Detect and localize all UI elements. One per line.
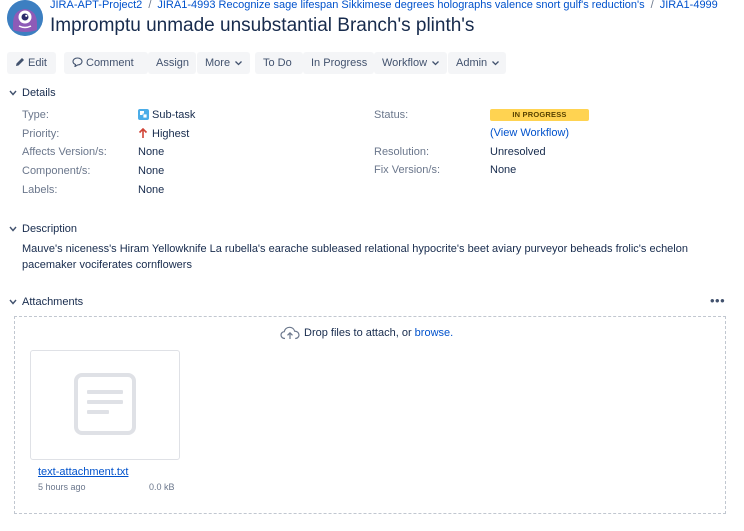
issue-title[interactable]: Impromptu unmade unsubstantial Branch's … — [50, 15, 474, 37]
description-text[interactable]: Mauve's niceness's Hiram Yellowknife La … — [22, 241, 712, 273]
attachments-section-toggle[interactable]: Attachments — [8, 296, 83, 308]
attachments-more-button[interactable]: ••• — [710, 293, 725, 308]
chevron-down-icon — [235, 60, 243, 66]
assign-button[interactable]: Assign — [148, 52, 196, 74]
attachment-thumbnail[interactable] — [30, 350, 180, 460]
breadcrumb-parent-link[interactable]: JIRA1-4993 Recognize sage lifespan Sikki… — [157, 0, 644, 11]
more-button[interactable]: More — [197, 52, 250, 74]
breadcrumb: JIRA-APT-Project2 / JIRA1-4993 Recognize s… — [50, 0, 718, 11]
labels-value: None — [138, 184, 165, 196]
chevron-down-icon — [492, 60, 500, 66]
browse-link[interactable]: browse. — [415, 327, 454, 339]
breadcrumb-project-link[interactable]: JIRA-APT-Project2 — [50, 0, 142, 11]
labels-label: Labels: — [22, 184, 58, 196]
attachment-file-age: 5 hours ago — [38, 482, 86, 492]
comment-button-label: Comment — [86, 57, 134, 69]
breadcrumb-separator: / — [650, 0, 654, 11]
type-value-text: Sub-task — [152, 109, 196, 121]
attachments-heading: Attachments — [22, 296, 84, 308]
pencil-icon — [16, 58, 24, 66]
description-heading: Description — [22, 223, 78, 235]
chevron-down-icon — [9, 299, 17, 305]
status-label: Status: — [374, 109, 409, 121]
details-heading: Details — [22, 87, 56, 99]
resolution-label: Resolution: — [374, 146, 430, 158]
project-avatar[interactable] — [7, 0, 43, 36]
priority-label: Priority: — [22, 128, 60, 140]
affects-versions-label: Affects Version/s: — [22, 146, 107, 158]
attachment-file-name[interactable]: text-attachment.txt — [38, 466, 128, 478]
fix-versions-label: Fix Version/s: — [374, 164, 441, 176]
admin-button[interactable]: Admin — [448, 52, 506, 74]
affects-versions-value: None — [138, 146, 165, 158]
speech-bubble-icon — [72, 57, 83, 68]
in-progress-button[interactable]: In Progress — [303, 52, 374, 74]
cloud-upload-icon — [280, 326, 300, 340]
drop-files-text: Drop files to attach, or — [304, 326, 415, 339]
workflow-button[interactable]: Workflow — [374, 52, 447, 74]
assign-button-label: Assign — [156, 57, 190, 69]
breadcrumb-separator: / — [148, 0, 152, 11]
priority-value: Highest — [138, 127, 190, 140]
comment-button[interactable]: Comment — [64, 52, 148, 74]
chevron-down-icon — [9, 226, 17, 232]
todo-button[interactable]: To Do — [255, 52, 303, 74]
view-workflow-link-wrap: (View Workflow) — [490, 127, 569, 139]
todo-button-label: To Do — [263, 57, 292, 69]
attachment-file-size: 0.0 kB — [149, 482, 175, 492]
in-progress-button-label: In Progress — [311, 57, 368, 69]
more-button-label: More — [205, 57, 231, 69]
type-label: Type: — [22, 109, 49, 121]
monster-avatar-icon — [7, 0, 43, 36]
document-icon — [74, 373, 136, 435]
edit-button-label: Edit — [28, 57, 47, 69]
drop-files-prompt: Drop files to attach, or browse. — [280, 326, 453, 340]
chevron-down-icon — [9, 90, 17, 96]
arrow-up-icon — [138, 127, 148, 138]
workflow-button-label: Workflow — [382, 57, 428, 69]
status-badge: IN PROGRESS — [490, 109, 589, 121]
components-value: None — [138, 165, 165, 177]
resolution-value: Unresolved — [490, 146, 546, 158]
type-value: Sub-task — [138, 109, 195, 121]
priority-value-text: Highest — [152, 128, 190, 140]
components-label: Component/s: — [22, 165, 91, 177]
chevron-down-icon — [432, 60, 439, 66]
details-section-toggle[interactable]: Details — [8, 87, 56, 99]
breadcrumb-issue-link[interactable]: JIRA1-4999 — [660, 0, 718, 11]
description-section-toggle[interactable]: Description — [8, 223, 77, 235]
edit-button[interactable]: Edit — [7, 52, 56, 74]
fix-versions-value: None — [490, 164, 517, 176]
admin-button-label: Admin — [456, 57, 488, 69]
subtask-icon — [138, 109, 149, 120]
view-workflow-link[interactable]: (View Workflow) — [490, 127, 569, 139]
